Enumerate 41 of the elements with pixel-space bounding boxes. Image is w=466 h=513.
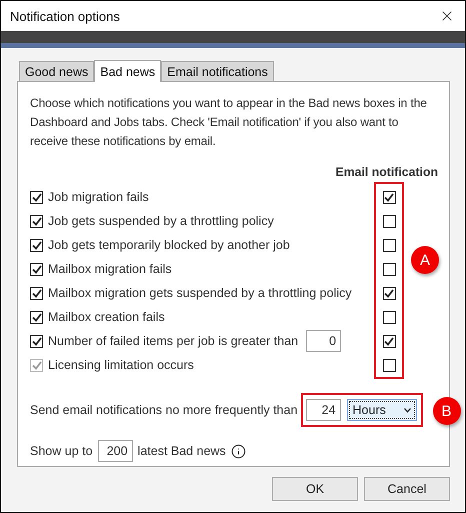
tab[interactable]: Good news xyxy=(19,61,94,81)
window-title: Notification options xyxy=(10,8,120,24)
checkbox-label: Mailbox migration gets suspended by a throttling policy xyxy=(48,286,352,300)
show-suffix: latest Bad news xyxy=(138,444,226,458)
email-checkbox[interactable] xyxy=(382,286,396,300)
checkbox-label: Mailbox creation fails xyxy=(48,310,165,324)
checkbox[interactable] xyxy=(30,190,43,204)
column-header: Email notification xyxy=(336,165,438,179)
unit-dropdown[interactable]: Hours xyxy=(346,399,417,421)
ok-button[interactable]: OK xyxy=(272,477,358,501)
number-field[interactable]: 24 xyxy=(306,399,341,421)
email-checkbox[interactable] xyxy=(382,262,396,276)
number-field[interactable]: 0 xyxy=(306,330,342,352)
checkbox[interactable] xyxy=(30,334,43,348)
email-checkbox[interactable] xyxy=(382,310,396,324)
checkbox-label: Job gets suspended by a throttling policy xyxy=(48,214,274,228)
frequency-label: Send email notifications no more frequently than xyxy=(30,403,298,417)
annotation-badge: B xyxy=(432,397,461,425)
checkbox-label: Job gets temporarily blocked by another job xyxy=(48,238,290,252)
annotation-badge: A xyxy=(411,246,439,274)
description-text: Choose which notifications you want to appear in the Bad news boxes in the Dashboard and Jobs tabs. Check 'Email notification' if you also want to receive these notifications by email. xyxy=(30,95,428,150)
checkbox[interactable] xyxy=(30,214,43,228)
checkbox-label: Mailbox migration fails xyxy=(48,262,172,276)
checkbox[interactable] xyxy=(30,262,43,276)
number-field[interactable]: 200 xyxy=(98,440,133,462)
tab[interactable]: Email notifications xyxy=(161,61,274,81)
email-checkbox[interactable] xyxy=(382,334,396,348)
checkbox[interactable] xyxy=(30,238,43,252)
email-checkbox[interactable] xyxy=(382,214,396,228)
checkbox[interactable] xyxy=(30,310,43,324)
cancel-button[interactable]: Cancel xyxy=(364,477,450,501)
checkbox-label: Number of failed items per job is greater than xyxy=(48,334,298,348)
info-icon[interactable] xyxy=(230,444,246,458)
chevron-icon xyxy=(404,408,411,412)
checkbox-label: Licensing limitation occurs xyxy=(48,358,194,372)
checkbox-label: Job migration fails xyxy=(48,190,149,204)
tab[interactable]: Bad news xyxy=(94,60,162,82)
show-prefix: Show up to xyxy=(30,444,93,458)
checkbox[interactable] xyxy=(30,286,43,300)
email-checkbox[interactable] xyxy=(382,190,396,204)
email-checkbox[interactable] xyxy=(382,238,396,252)
